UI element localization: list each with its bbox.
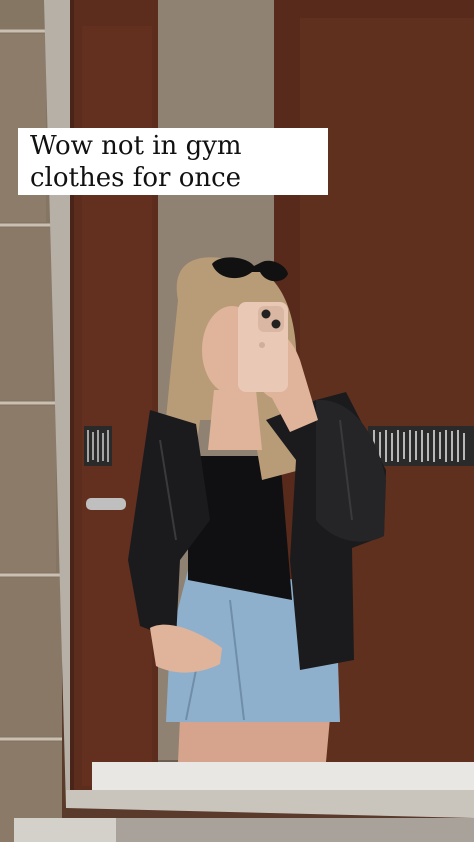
mirror-selfie-photo	[0, 0, 474, 842]
story-caption: Wow not in gym clothes for once	[18, 128, 328, 195]
